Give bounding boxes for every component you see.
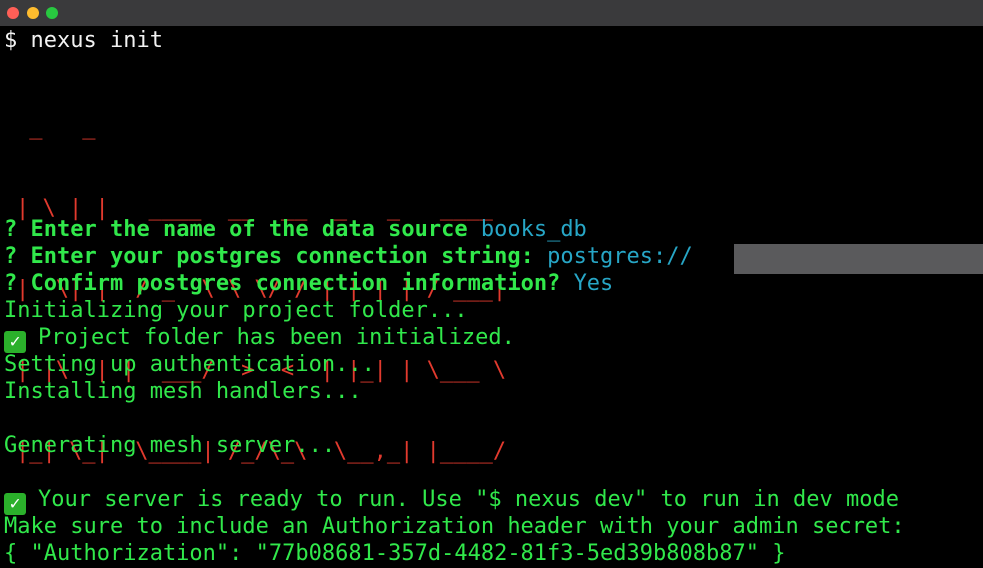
prompt-answer: books_db — [480, 217, 587, 242]
redacted-connection-string — [734, 244, 983, 274]
output-ready: ✓ Your server is ready to run. Use "$ nex… — [4, 486, 899, 515]
output-mesh-handlers: Installing mesh handlers... — [4, 379, 362, 404]
output-make-sure: Make sure to include an Authorization he… — [4, 514, 905, 539]
close-window-button[interactable] — [7, 7, 19, 19]
prompt-connection-string: ? Enter your postgres connection string:… — [4, 243, 693, 270]
white-check-mark-icon: ✓ — [4, 331, 26, 353]
prompt-question: Enter your postgres connection string: — [30, 244, 534, 269]
prompt-question: Enter the name of the data source — [30, 217, 468, 242]
prompt-confirm: ? Confirm postgres connection informatio… — [4, 270, 613, 297]
output-auth: Setting up authentication... — [4, 352, 375, 377]
terminal-window: $ nexus init _ _ | \ | | ____ __ __ _ _ … — [0, 0, 983, 568]
maximize-window-button[interactable] — [46, 7, 58, 19]
prompt-question: Confirm postgres connection information? — [30, 271, 561, 296]
prompt-data-source: ? Enter the name of the data source book… — [4, 216, 587, 243]
prompt-mark: ? — [4, 244, 18, 269]
output-folder-done: ✓ Project folder has been initialized. — [4, 324, 515, 353]
prompt-mark: ? — [4, 271, 18, 296]
prompt-mark: ? — [4, 217, 18, 242]
output-generating: Generating mesh server... — [4, 433, 336, 458]
title-bar — [0, 0, 983, 26]
banner-line: _ _ — [16, 115, 96, 140]
prompt-answer: postgres:// — [547, 244, 693, 269]
output-init-folder: Initializing your project folder... — [4, 298, 468, 323]
minimize-window-button[interactable] — [27, 7, 39, 19]
output-auth-json: { "Authorization": "77b08681-357d-4482-8… — [4, 541, 786, 566]
output-text: Project folder has been initialized. — [38, 325, 515, 350]
prompt-answer: Yes — [573, 271, 614, 296]
terminal-output[interactable]: $ nexus init _ _ | \ | | ____ __ __ _ _ … — [0, 27, 983, 568]
output-text: Your server is ready to run. Use "$ nexu… — [38, 487, 899, 512]
command-line: $ nexus init — [4, 28, 163, 53]
white-check-mark-icon: ✓ — [4, 493, 26, 515]
